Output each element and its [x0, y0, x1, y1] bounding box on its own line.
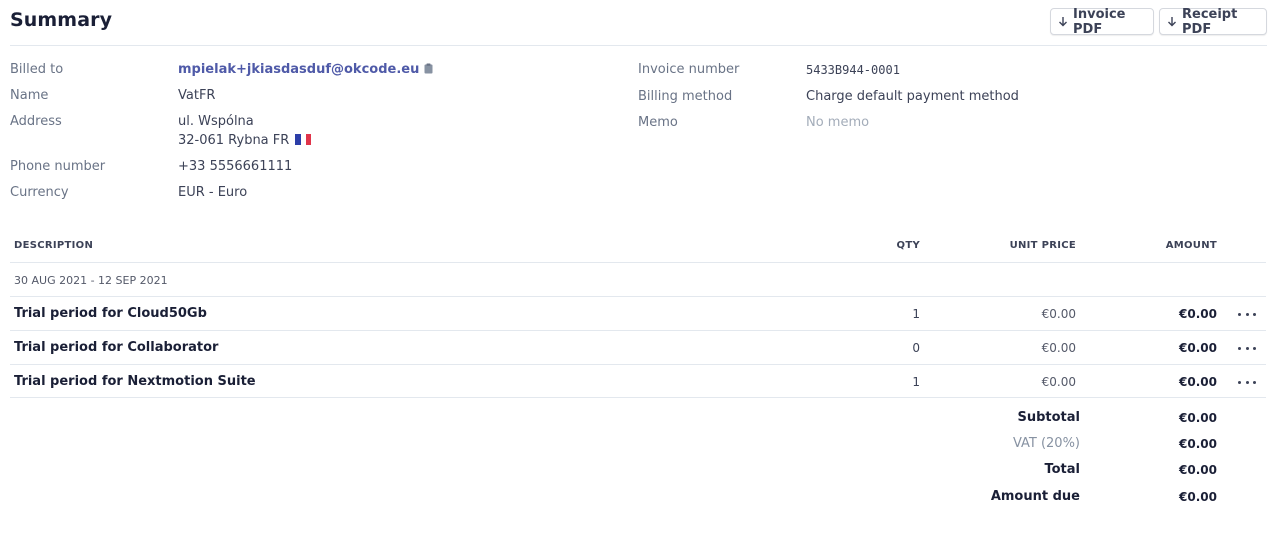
billing-method-value: Charge default payment method [806, 89, 1019, 104]
arrow-down-icon [1058, 16, 1068, 27]
billed-to-email-link[interactable]: mpielak+jkiasdasduf@okcode.eu [178, 62, 419, 77]
column-header-unit-price: UNIT PRICE [1009, 240, 1076, 251]
billed-to-label: Billed to [10, 62, 64, 77]
more-horizontal-icon[interactable] [1238, 377, 1256, 387]
amount-due-label: Amount due [990, 489, 1080, 504]
arrow-down-icon [1167, 16, 1177, 27]
table-divider [10, 364, 1266, 365]
billing-period: 30 AUG 2021 - 12 SEP 2021 [14, 274, 168, 287]
row-amount: €0.00 [1179, 375, 1217, 389]
memo-value: No memo [806, 115, 870, 130]
row-unit-price: €0.00 [1041, 341, 1076, 355]
address-line2-row: 32-061 Rybna FR [178, 133, 312, 148]
currency-label: Currency [10, 185, 69, 200]
more-horizontal-icon[interactable] [1238, 343, 1256, 353]
receipt-pdf-button[interactable]: Receipt PDF [1159, 6, 1267, 37]
billed-to-row: mpielak+jkiasdasduf@okcode.eu [178, 62, 433, 78]
name-value: VatFR [178, 88, 216, 103]
row-unit-price: €0.00 [1041, 375, 1076, 389]
row-qty: 1 [912, 375, 920, 389]
row-qty: 0 [912, 341, 920, 355]
column-header-amount: AMOUNT [1165, 240, 1217, 251]
page-title: Summary [10, 9, 113, 31]
memo-label: Memo [638, 115, 678, 130]
currency-value: EUR - Euro [178, 185, 248, 200]
invoice-number-label: Invoice number [638, 62, 740, 77]
subtotal-value: €0.00 [1179, 411, 1217, 425]
address-line2: 32-061 Rybna FR [178, 133, 290, 148]
more-horizontal-icon[interactable] [1238, 309, 1256, 319]
billing-method-label: Billing method [638, 89, 733, 104]
header-divider [10, 45, 1267, 46]
table-divider [10, 397, 1266, 398]
row-unit-price: €0.00 [1041, 307, 1076, 321]
receipt-pdf-label: Receipt PDF [1182, 6, 1238, 37]
row-amount: €0.00 [1179, 341, 1217, 355]
phone-value: +33 5556661111 [178, 159, 293, 174]
table-divider [10, 262, 1266, 263]
column-header-qty: QTY [896, 240, 920, 251]
vat-value: €0.00 [1179, 437, 1217, 451]
row-description: Trial period for Cloud50Gb [14, 306, 207, 321]
total-label: Total [1044, 462, 1080, 477]
amount-due-value: €0.00 [1179, 490, 1217, 504]
row-qty: 1 [912, 307, 920, 321]
invoice-pdf-label: Invoice PDF [1073, 6, 1126, 37]
total-value: €0.00 [1179, 463, 1217, 477]
column-header-description: DESCRIPTION [14, 240, 94, 251]
address-line1: ul. Wspólna [178, 114, 254, 129]
address-label: Address [10, 114, 62, 129]
invoice-number-value: 5433B944-0001 [806, 63, 900, 77]
table-divider [10, 330, 1266, 331]
row-description: Trial period for Collaborator [14, 340, 219, 355]
invoice-pdf-button[interactable]: Invoice PDF [1050, 6, 1154, 37]
row-amount: €0.00 [1179, 307, 1217, 321]
vat-label: VAT (20%) [1012, 436, 1080, 451]
name-label: Name [10, 88, 49, 103]
table-divider [10, 296, 1266, 297]
row-description: Trial period for Nextmotion Suite [14, 374, 256, 389]
subtotal-label: Subtotal [1017, 410, 1080, 425]
clipboard-icon[interactable] [424, 63, 433, 78]
france-flag-icon [295, 134, 312, 145]
phone-label: Phone number [10, 159, 106, 174]
